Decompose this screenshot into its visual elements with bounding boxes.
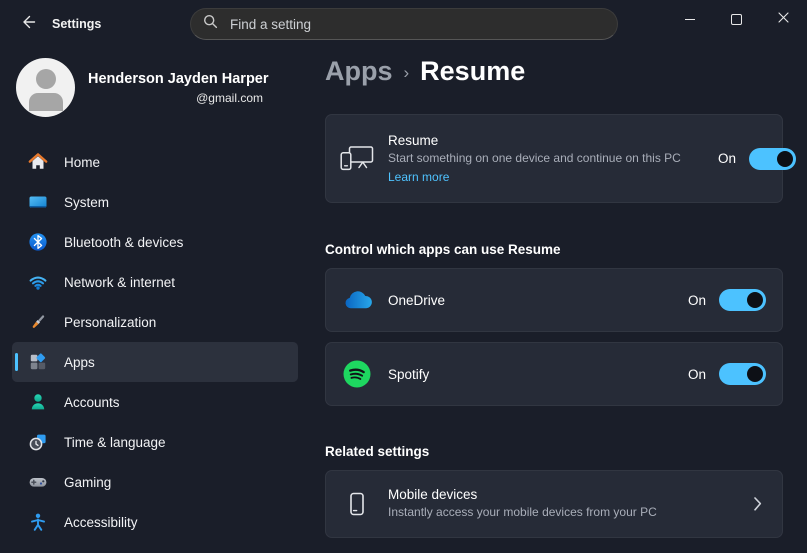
home-icon	[28, 152, 48, 172]
spotify-row: Spotify On	[325, 342, 783, 406]
resume-toggle-state: On	[718, 151, 737, 166]
apps-section-header: Control which apps can use Resume	[325, 242, 561, 257]
onedrive-row: OneDrive On	[325, 268, 783, 332]
profile-name: Henderson Jayden Harper	[88, 71, 269, 87]
maximize-icon	[731, 13, 742, 25]
resume-setting-card: Resume Start something on one device and…	[325, 114, 797, 203]
spotify-icon	[326, 359, 388, 389]
avatar	[16, 58, 75, 117]
sidebar-item-time-language[interactable]: Time & language	[12, 422, 298, 462]
sidebar-item-label: Personalization	[64, 314, 157, 330]
sidebar-item-label: Accounts	[64, 394, 120, 410]
titlebar: Settings	[0, 0, 807, 48]
minimize-button[interactable]	[666, 0, 713, 38]
sidebar-item-label: Gaming	[64, 474, 112, 490]
settings-window: Settings Henderson Jayden Harper @gmail.…	[0, 0, 807, 553]
sidebar-item-label: Bluetooth & devices	[64, 234, 184, 250]
sidebar-item-personalization[interactable]: Personalization	[12, 302, 298, 342]
sidebar-item-home[interactable]: Home	[12, 142, 298, 182]
spotify-toggle[interactable]	[719, 363, 766, 385]
profile-email: @gmail.com	[196, 91, 263, 105]
search-input[interactable]	[228, 15, 605, 33]
learn-more-link[interactable]: Learn more	[388, 170, 449, 184]
maximize-button[interactable]	[713, 0, 760, 38]
clock-language-icon	[28, 432, 48, 452]
sidebar-item-apps[interactable]: Apps	[12, 342, 298, 382]
wifi-icon	[28, 272, 48, 292]
onedrive-toggle[interactable]	[719, 289, 766, 311]
bluetooth-icon	[28, 232, 48, 252]
onedrive-icon	[326, 290, 388, 311]
brush-icon	[28, 312, 48, 332]
back-arrow-icon	[21, 14, 37, 35]
sidebar-item-accessibility[interactable]: Accessibility	[12, 502, 298, 542]
sidebar-item-label: Accessibility	[64, 514, 138, 530]
app-name: OneDrive	[388, 292, 446, 308]
sidebar-item-label: System	[64, 194, 110, 210]
chevron-right-icon: ›	[403, 63, 410, 82]
close-icon	[778, 10, 789, 28]
sidebar-item-system[interactable]: System	[12, 182, 298, 222]
accessibility-icon	[28, 512, 48, 532]
chevron-right-icon	[754, 497, 782, 511]
gamepad-icon	[28, 472, 48, 492]
accounts-icon	[28, 392, 48, 412]
resume-toggle[interactable]	[749, 147, 797, 170]
system-icon	[28, 192, 48, 212]
breadcrumb-parent[interactable]: Apps	[325, 56, 393, 87]
spotify-toggle-state: On	[687, 366, 706, 382]
sidebar-item-label: Network & internet	[64, 274, 176, 290]
pc-phone-icon	[326, 145, 388, 172]
search-icon	[203, 14, 228, 34]
sidebar-item-label: Apps	[64, 354, 95, 370]
app-name: Spotify	[388, 366, 430, 382]
close-button[interactable]	[760, 0, 807, 38]
sidebar-item-label: Home	[64, 154, 101, 170]
selected-indicator	[15, 353, 18, 371]
sidebar-item-accounts[interactable]: Accounts	[12, 382, 298, 422]
mobile-devices-card[interactable]: Mobile devices Instantly access your mob…	[325, 470, 783, 538]
app-title: Settings	[52, 17, 102, 31]
mobile-devices-description: Instantly access your mobile devices fro…	[388, 504, 657, 519]
resume-title: Resume	[388, 132, 439, 148]
sidebar-item-network[interactable]: Network & internet	[12, 262, 298, 302]
resume-description: Start something on one device and contin…	[388, 150, 681, 165]
breadcrumb: Apps › Resume	[325, 56, 525, 87]
window-controls	[666, 0, 807, 38]
minimize-icon	[684, 18, 695, 20]
onedrive-toggle-state: On	[687, 292, 706, 308]
sidebar-nav: Home System Bluetooth & devices Network …	[12, 142, 298, 542]
back-button[interactable]	[12, 8, 46, 40]
apps-icon	[28, 352, 48, 372]
mobile-devices-title: Mobile devices	[388, 486, 478, 502]
sidebar-item-bluetooth[interactable]: Bluetooth & devices	[12, 222, 298, 262]
mobile-phone-icon	[326, 491, 388, 517]
search-box[interactable]	[190, 8, 618, 40]
page-title: Resume	[420, 56, 526, 86]
sidebar-item-gaming[interactable]: Gaming	[12, 462, 298, 502]
user-profile: Henderson Jayden Harper @gmail.com	[16, 58, 296, 118]
sidebar-item-label: Time & language	[64, 434, 166, 450]
related-settings-header: Related settings	[325, 444, 430, 459]
